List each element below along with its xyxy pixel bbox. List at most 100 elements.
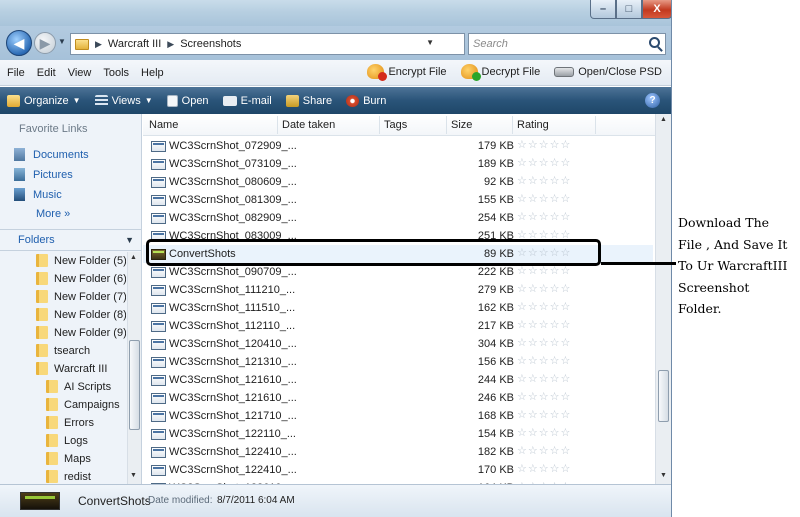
star-icon[interactable]: ☆ <box>550 139 560 152</box>
folder-tree-item[interactable]: tsearch <box>36 344 90 357</box>
views-button[interactable]: Views ▼ <box>88 94 160 107</box>
star-icon[interactable]: ☆ <box>528 337 538 350</box>
search-icon[interactable] <box>649 37 660 48</box>
folder-tree-item[interactable]: New Folder (8) <box>36 308 126 321</box>
star-icon[interactable]: ☆ <box>550 283 560 296</box>
folder-tree-item[interactable]: New Folder (6) <box>36 272 126 285</box>
star-icon[interactable]: ☆ <box>528 445 538 458</box>
folder-tree-scrollbar[interactable]: ▲ ▼ <box>127 252 141 484</box>
file-row[interactable]: WC3ScrnShot_073109_... 189 KB ☆ ☆ ☆ ☆ ☆ <box>143 155 653 173</box>
decrypt-file-button[interactable]: Decrypt File <box>460 64 540 81</box>
star-icon[interactable]: ☆ <box>539 427 549 440</box>
rating-stars[interactable]: ☆☆☆☆☆ <box>517 427 570 440</box>
rating-stars[interactable]: ☆☆☆☆☆ <box>517 337 570 350</box>
menu-file[interactable]: File <box>0 67 31 79</box>
rating-stars[interactable]: ☆☆☆☆☆ <box>517 373 570 386</box>
star-icon[interactable]: ☆ <box>528 463 538 476</box>
file-row[interactable]: WC3ScrnShot_080609_... 92 KB ☆ ☆ ☆ ☆ ☆ <box>143 173 653 191</box>
file-row[interactable]: WC3ScrnShot_121310_... 156 KB ☆ ☆ ☆ ☆ ☆ <box>143 353 653 371</box>
star-icon[interactable]: ☆ <box>517 355 527 368</box>
scroll-up-arrow-icon[interactable]: ▲ <box>130 254 137 261</box>
star-icon[interactable]: ☆ <box>539 463 549 476</box>
more-link[interactable]: More » <box>36 208 70 220</box>
folders-header[interactable]: Folders ▼ <box>0 229 142 251</box>
star-icon[interactable]: ☆ <box>528 265 538 278</box>
star-icon[interactable]: ☆ <box>550 157 560 170</box>
file-row[interactable]: WC3ScrnShot_120410_... 304 KB ☆ ☆ ☆ ☆ ☆ <box>143 335 653 353</box>
star-icon[interactable]: ☆ <box>539 409 549 422</box>
menu-view[interactable]: View <box>62 67 98 79</box>
star-icon[interactable]: ☆ <box>561 283 571 296</box>
star-icon[interactable]: ☆ <box>539 157 549 170</box>
star-icon[interactable]: ☆ <box>539 193 549 206</box>
chevron-down-icon[interactable]: ▼ <box>125 235 134 245</box>
star-icon[interactable]: ☆ <box>528 157 538 170</box>
star-icon[interactable]: ☆ <box>528 427 538 440</box>
search-input[interactable]: Search <box>468 33 666 55</box>
rating-stars[interactable]: ☆☆☆☆☆ <box>517 283 570 296</box>
star-icon[interactable]: ☆ <box>528 319 538 332</box>
column-header-tags[interactable]: Tags <box>384 119 407 131</box>
scroll-up-arrow-icon[interactable]: ▲ <box>660 116 667 123</box>
rating-stars[interactable]: ☆☆☆☆☆ <box>517 157 570 170</box>
burn-button[interactable]: Burn <box>339 94 393 107</box>
scroll-down-arrow-icon[interactable]: ▼ <box>660 472 667 479</box>
star-icon[interactable]: ☆ <box>561 409 571 422</box>
star-icon[interactable]: ☆ <box>561 301 571 314</box>
column-divider[interactable] <box>595 116 596 134</box>
favorite-link-documents[interactable]: Documents <box>14 148 89 161</box>
star-icon[interactable]: ☆ <box>561 175 571 188</box>
star-icon[interactable]: ☆ <box>517 427 527 440</box>
star-icon[interactable]: ☆ <box>539 283 549 296</box>
favorite-link-pictures[interactable]: Pictures <box>14 168 73 181</box>
star-icon[interactable]: ☆ <box>528 283 538 296</box>
star-icon[interactable]: ☆ <box>561 319 571 332</box>
star-icon[interactable]: ☆ <box>539 175 549 188</box>
column-divider[interactable] <box>379 116 380 134</box>
file-row[interactable]: WC3ScrnShot_072909_... 179 KB ☆ ☆ ☆ ☆ ☆ <box>143 137 653 155</box>
star-icon[interactable]: ☆ <box>550 265 560 278</box>
file-row[interactable]: WC3ScrnShot_111210_... 279 KB ☆ ☆ ☆ ☆ ☆ <box>143 281 653 299</box>
file-row[interactable]: WC3ScrnShot_111510_... 162 KB ☆ ☆ ☆ ☆ ☆ <box>143 299 653 317</box>
star-icon[interactable]: ☆ <box>550 409 560 422</box>
file-list-scrollbar[interactable]: ▲ ▼ <box>655 114 671 484</box>
star-icon[interactable]: ☆ <box>539 355 549 368</box>
maximize-button[interactable]: □ <box>616 0 642 19</box>
star-icon[interactable]: ☆ <box>528 211 538 224</box>
star-icon[interactable]: ☆ <box>517 175 527 188</box>
encrypt-file-button[interactable]: Encrypt File <box>367 64 447 81</box>
rating-stars[interactable]: ☆☆☆☆☆ <box>517 355 570 368</box>
star-icon[interactable]: ☆ <box>550 211 560 224</box>
column-header-rating[interactable]: Rating <box>517 119 549 131</box>
star-icon[interactable]: ☆ <box>539 301 549 314</box>
file-row[interactable]: WC3ScrnShot_082909_... 254 KB ☆ ☆ ☆ ☆ ☆ <box>143 209 653 227</box>
open-button[interactable]: Open <box>160 94 216 107</box>
folder-tree-item[interactable]: New Folder (9) <box>36 326 126 339</box>
star-icon[interactable]: ☆ <box>528 175 538 188</box>
folder-tree-item[interactable]: Warcraft III <box>36 362 107 375</box>
star-icon[interactable]: ☆ <box>561 373 571 386</box>
folder-tree-item[interactable]: New Folder (7) <box>36 290 126 303</box>
star-icon[interactable]: ☆ <box>550 337 560 350</box>
star-icon[interactable]: ☆ <box>528 355 538 368</box>
star-icon[interactable]: ☆ <box>517 139 527 152</box>
title-bar[interactable]: – □ X <box>0 0 671 26</box>
star-icon[interactable]: ☆ <box>561 445 571 458</box>
file-row[interactable]: WC3ScrnShot_121610_... 246 KB ☆ ☆ ☆ ☆ ☆ <box>143 389 653 407</box>
rating-stars[interactable]: ☆☆☆☆☆ <box>517 211 570 224</box>
star-icon[interactable]: ☆ <box>561 463 571 476</box>
star-icon[interactable]: ☆ <box>517 193 527 206</box>
star-icon[interactable]: ☆ <box>528 409 538 422</box>
file-row[interactable]: WC3ScrnShot_121610_... 244 KB ☆ ☆ ☆ ☆ ☆ <box>143 371 653 389</box>
file-row[interactable]: WC3ScrnShot_122410_... 170 KB ☆ ☆ ☆ ☆ ☆ <box>143 461 653 479</box>
organize-button[interactable]: Organize ▼ <box>0 94 88 107</box>
star-icon[interactable]: ☆ <box>561 211 571 224</box>
folder-tree-item[interactable]: Maps <box>46 452 91 465</box>
star-icon[interactable]: ☆ <box>517 373 527 386</box>
scrollbar-thumb[interactable] <box>129 340 140 430</box>
star-icon[interactable]: ☆ <box>539 391 549 404</box>
breadcrumb-screenshots[interactable]: Screenshots <box>180 38 241 50</box>
star-icon[interactable]: ☆ <box>550 373 560 386</box>
star-icon[interactable]: ☆ <box>550 427 560 440</box>
rating-stars[interactable]: ☆☆☆☆☆ <box>517 463 570 476</box>
